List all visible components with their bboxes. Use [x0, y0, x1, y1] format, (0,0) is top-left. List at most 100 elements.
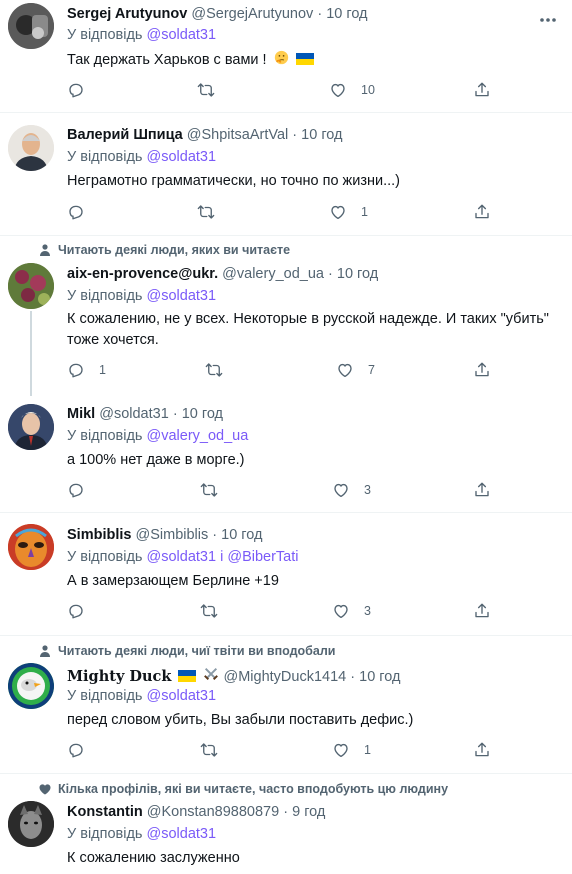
tweet[interactable]: Mikl @soldat31 · 10 год У відповідь @val…	[0, 396, 572, 512]
tweet[interactable]: Simbiblis @Simbiblis · 10 год У відповід…	[0, 513, 572, 635]
reply-to-link[interactable]: @soldat31	[147, 826, 217, 842]
retweet-icon	[205, 363, 223, 377]
user-handle[interactable]: @soldat31	[99, 406, 169, 422]
share-button[interactable]	[473, 203, 491, 221]
retweet-button[interactable]	[197, 81, 229, 99]
retweet-icon	[200, 483, 218, 497]
display-name[interactable]: Simbiblis	[67, 527, 131, 543]
display-name[interactable]: Sergej Arutyunov	[67, 6, 187, 22]
share-icon	[475, 362, 489, 377]
retweet-button[interactable]	[200, 741, 232, 759]
timestamp[interactable]: 10 год	[301, 127, 342, 143]
user-handle[interactable]: @SergejArutyunov	[191, 6, 313, 22]
timestamp[interactable]: 10 год	[337, 266, 378, 282]
share-icon	[475, 82, 489, 97]
avatar[interactable]	[8, 663, 54, 709]
display-name[interactable]: Mighty Duck	[67, 668, 171, 685]
display-name[interactable]: Валерий Шпица	[67, 127, 183, 143]
social-context-text: Читають деякі люди, яких ви читаєте	[58, 243, 291, 257]
separator: ·	[292, 127, 298, 143]
like-button[interactable]: 3	[332, 602, 371, 620]
separator: ·	[328, 266, 333, 282]
reply-button[interactable]	[67, 602, 99, 620]
social-context: Читають деякі люди, яких ви читаєте	[18, 243, 290, 257]
reply-to-link[interactable]: @soldat31	[147, 149, 217, 165]
like-button[interactable]: 1	[329, 203, 368, 221]
timestamp[interactable]: 10 год	[359, 669, 400, 685]
display-name[interactable]: Mikl	[67, 406, 95, 422]
retweet-icon	[197, 83, 215, 97]
ukraine-flag-emoji	[295, 53, 314, 65]
like-button[interactable]: 7	[336, 361, 375, 379]
tweet-actions: 10	[67, 81, 497, 101]
user-handle[interactable]: @Simbiblis	[136, 527, 209, 543]
like-count: 10	[361, 83, 375, 97]
more-options-icon[interactable]	[538, 11, 558, 22]
avatar[interactable]	[8, 801, 54, 847]
tweet-actions: 3	[67, 602, 497, 622]
like-count: 1	[364, 743, 371, 757]
avatar[interactable]	[8, 3, 54, 49]
share-button[interactable]	[473, 81, 491, 99]
reply-to-link[interactable]: @soldat31	[147, 688, 217, 704]
avatar[interactable]	[8, 524, 54, 570]
timestamp[interactable]: 9 год	[292, 804, 325, 820]
reply-and: і	[220, 549, 224, 565]
like-button[interactable]: 3	[332, 481, 371, 499]
tweet-header: aix-en-provence@ukr. @valery_od_ua · 10 …	[67, 266, 378, 282]
like-button[interactable]: 1	[332, 741, 371, 759]
ukraine-flag-emoji	[178, 670, 197, 682]
social-context-text: Кілька профілів, які ви читаєте, часто в…	[58, 782, 449, 796]
reply-button[interactable]	[67, 203, 99, 221]
share-button[interactable]	[473, 481, 491, 499]
reply-to-link[interactable]: @soldat31	[147, 549, 217, 565]
reply-context: У відповідь @soldat31	[67, 149, 216, 165]
reply-to-link-2[interactable]: @BiberTati	[227, 549, 298, 565]
tweet[interactable]: Читають деякі люди, чиї твіти ви вподоба…	[0, 636, 572, 773]
tweet[interactable]: Валерий Шпица @ShpitsaArtVal · 10 год У …	[0, 113, 572, 235]
like-icon	[331, 83, 345, 98]
retweet-button[interactable]	[200, 602, 232, 620]
social-context: Кілька профілів, які ви читаєте, часто в…	[18, 782, 448, 796]
display-name[interactable]: Konstantin	[67, 804, 143, 820]
share-button[interactable]	[473, 602, 491, 620]
avatar[interactable]	[8, 263, 54, 309]
timestamp[interactable]: 10 год	[326, 6, 367, 22]
share-button[interactable]	[473, 741, 491, 759]
user-handle[interactable]: @ShpitsaArtVal	[187, 127, 289, 143]
tweet-actions: 3	[67, 481, 497, 501]
retweet-button[interactable]	[200, 481, 232, 499]
tweet-text-body: К сожалению заслуженно	[67, 850, 240, 866]
crossed-swords-emoji	[204, 667, 219, 681]
tweet[interactable]: Кілька профілів, які ви читаєте, часто в…	[0, 774, 572, 874]
reply-button[interactable]	[67, 481, 99, 499]
reply-to-link[interactable]: @valery_od_ua	[147, 428, 249, 444]
reply-feed: Sergej Arutyunov @SergejArutyunov · 10 г…	[0, 0, 572, 874]
timestamp[interactable]: 10 год	[221, 527, 262, 543]
reply-icon	[69, 743, 83, 758]
like-icon	[334, 483, 348, 498]
avatar[interactable]	[8, 404, 54, 450]
reply-button[interactable]: 1	[67, 361, 106, 379]
tweet[interactable]: Читають деякі люди, яких ви читаєте aix-…	[0, 236, 572, 396]
user-handle[interactable]: @MightyDuck1414	[224, 669, 347, 685]
tweet[interactable]: Sergej Arutyunov @SergejArutyunov · 10 г…	[0, 0, 572, 112]
timestamp[interactable]: 10 год	[182, 406, 223, 422]
share-button[interactable]	[473, 361, 491, 379]
avatar[interactable]	[8, 125, 54, 171]
user-handle[interactable]: @Konstan89880879	[147, 804, 279, 820]
thinking-face-emoji	[274, 50, 288, 65]
reply-to-link[interactable]: @soldat31	[147, 27, 217, 43]
reply-context: У відповідь @soldat31	[67, 27, 216, 43]
display-name[interactable]: aix-en-provence@ukr.	[67, 266, 218, 282]
retweet-button[interactable]	[205, 361, 237, 379]
retweet-button[interactable]	[197, 203, 229, 221]
like-button[interactable]: 10	[329, 81, 375, 99]
person-icon	[40, 645, 50, 657]
tweet-text-body: а 100% нет даже в морге.)	[67, 452, 245, 468]
reply-button[interactable]	[67, 741, 99, 759]
reply-button[interactable]	[67, 81, 99, 99]
like-count: 3	[364, 483, 371, 497]
reply-to-link[interactable]: @soldat31	[147, 288, 217, 304]
user-handle[interactable]: @valery_od_ua	[222, 266, 324, 282]
